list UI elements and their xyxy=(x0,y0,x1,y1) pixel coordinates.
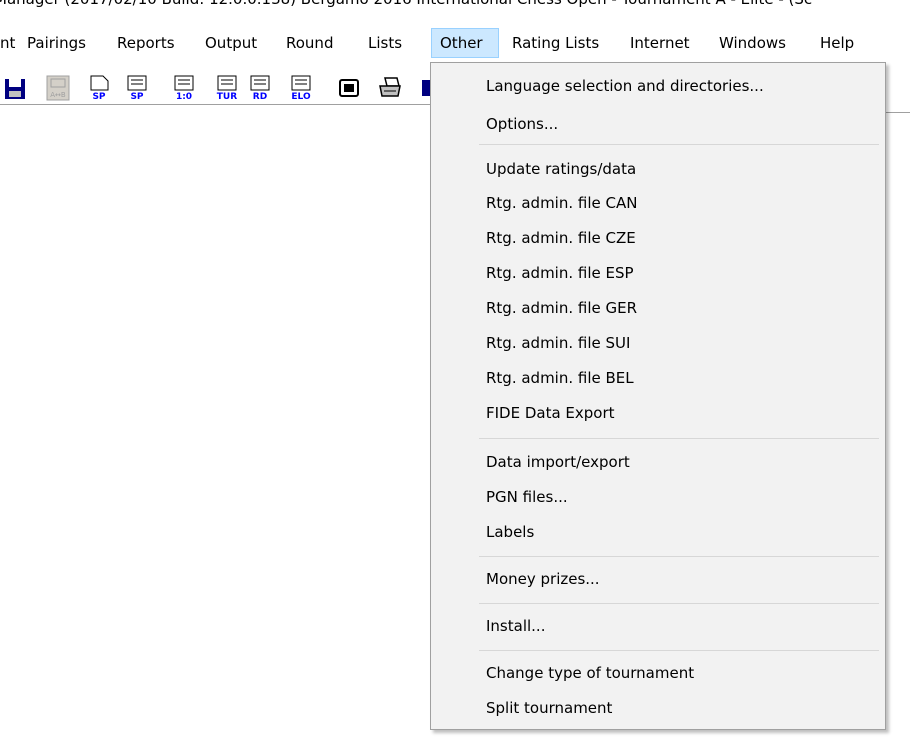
rd-label: RD xyxy=(253,92,267,102)
swap-icon[interactable]: A↔B xyxy=(45,74,71,102)
menu-item-rtg-esp[interactable]: Rtg. admin. file ESP xyxy=(486,261,634,285)
menu-separator xyxy=(479,438,879,439)
save-icon[interactable] xyxy=(2,74,28,102)
menu-item-rtg-ger[interactable]: Rtg. admin. file GER xyxy=(486,296,637,320)
toolbar: A↔B SP SP 1:0 TUR RD ELO xyxy=(0,64,430,105)
menu-bar: nt Pairings Reports Output Round Lists O… xyxy=(0,28,910,58)
menu-item-change-type[interactable]: Change type of tournament xyxy=(486,661,694,685)
score-icon[interactable]: 1:0 xyxy=(171,74,197,102)
menu-separator xyxy=(479,650,879,651)
more-icon[interactable] xyxy=(420,74,430,102)
menu-help[interactable]: Help xyxy=(820,30,854,56)
menu-separator xyxy=(479,144,879,145)
menu-item-money-prizes[interactable]: Money prizes... xyxy=(486,567,600,591)
menu-output[interactable]: Output xyxy=(205,30,257,56)
sp-icon[interactable]: SP xyxy=(124,74,150,102)
new-sp-icon[interactable]: SP xyxy=(86,74,112,102)
menu-item-rtg-can[interactable]: Rtg. admin. file CAN xyxy=(486,191,637,215)
menu-item-language[interactable]: Language selection and directories... xyxy=(486,74,764,98)
elo-icon[interactable]: ELO xyxy=(288,74,314,102)
menu-item-rtg-bel[interactable]: Rtg. admin. file BEL xyxy=(486,366,634,390)
menu-other[interactable]: Other xyxy=(431,28,499,58)
menu-separator xyxy=(479,556,879,557)
menu-reports[interactable]: Reports xyxy=(117,30,175,56)
toolbar-border xyxy=(886,112,910,113)
menu-item-options[interactable]: Options... xyxy=(486,112,558,136)
tur-label: TUR xyxy=(217,92,237,102)
menu-item-rtg-sui[interactable]: Rtg. admin. file SUI xyxy=(486,331,630,355)
menu-internet[interactable]: Internet xyxy=(630,30,690,56)
score-label: 1:0 xyxy=(176,92,192,102)
swap-label: A↔B xyxy=(50,91,66,99)
menu-tournament[interactable]: nt xyxy=(0,30,15,56)
menu-round[interactable]: Round xyxy=(286,30,333,56)
menu-item-pgn-files[interactable]: PGN files... xyxy=(486,485,568,509)
menu-lists[interactable]: Lists xyxy=(368,30,402,56)
other-menu-dropdown: Language selection and directories... Op… xyxy=(430,62,886,730)
menu-item-fide-export[interactable]: FIDE Data Export xyxy=(486,401,615,425)
menu-rating-lists[interactable]: Rating Lists xyxy=(512,30,599,56)
menu-item-rtg-cze[interactable]: Rtg. admin. file CZE xyxy=(486,226,636,250)
menu-item-split-tournament[interactable]: Split tournament xyxy=(486,696,612,720)
window-title: Manager (2017/02/10 Build: 12.0.0.138) B… xyxy=(0,0,910,12)
menu-pairings[interactable]: Pairings xyxy=(27,30,86,56)
elo-label: ELO xyxy=(291,92,311,102)
menu-separator xyxy=(479,603,879,604)
preview-icon[interactable] xyxy=(336,74,362,102)
menu-item-data-import-export[interactable]: Data import/export xyxy=(486,450,630,474)
sp-label: SP xyxy=(130,92,143,102)
menu-item-install[interactable]: Install... xyxy=(486,614,545,638)
new-sp-label: SP xyxy=(92,92,105,102)
rd-icon[interactable]: RD xyxy=(247,74,273,102)
menu-item-update-ratings[interactable]: Update ratings/data xyxy=(486,157,636,181)
menu-item-labels[interactable]: Labels xyxy=(486,520,534,544)
menu-windows[interactable]: Windows xyxy=(719,30,786,56)
tur-icon[interactable]: TUR xyxy=(214,74,240,102)
print-icon[interactable] xyxy=(377,74,403,102)
